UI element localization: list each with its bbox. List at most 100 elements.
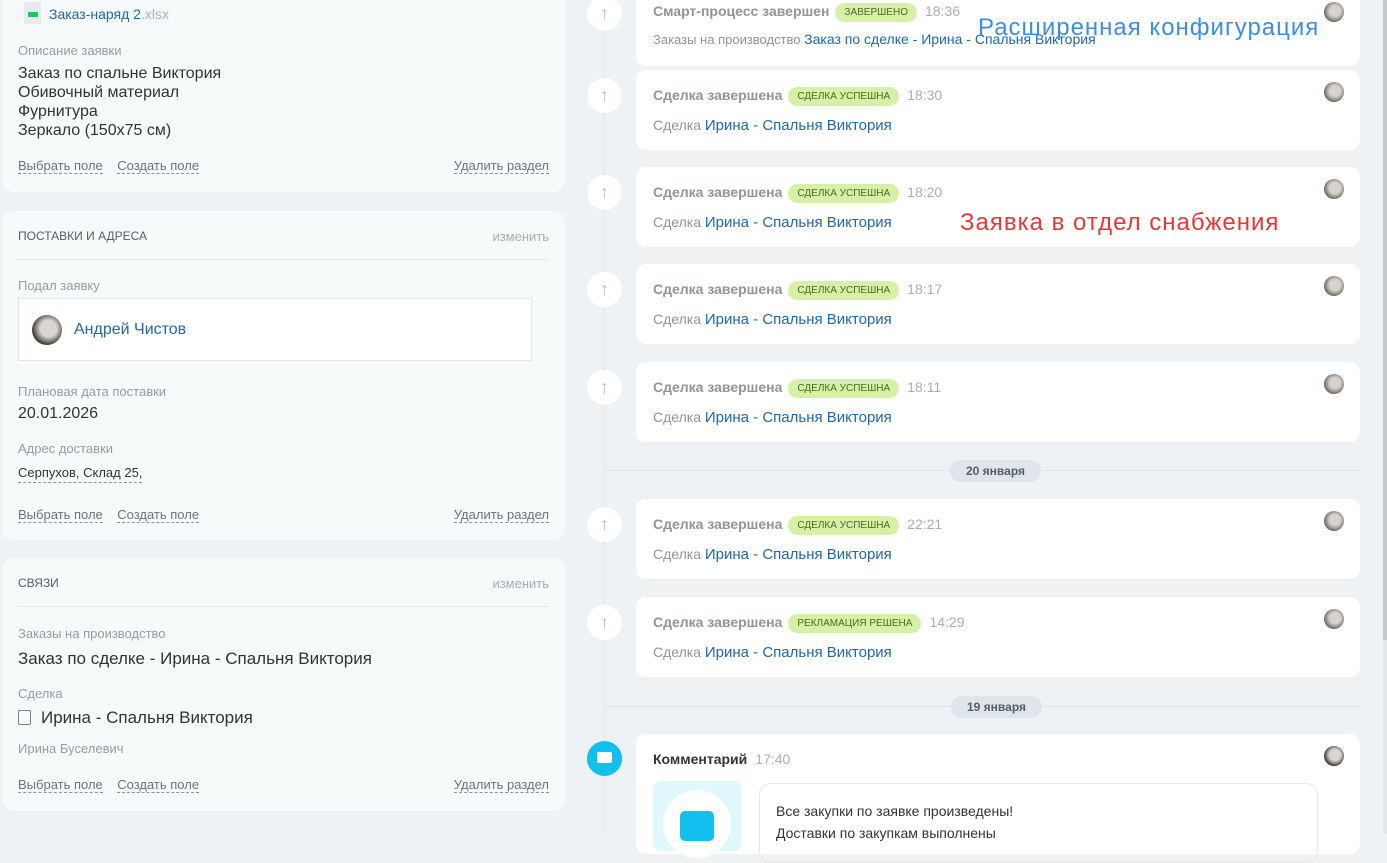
file-name: Заказ-наряд 2 bbox=[49, 6, 141, 22]
section-actions: Выбрать поле Создать поле Удалить раздел bbox=[18, 158, 549, 174]
create-field-link[interactable]: Создать поле bbox=[117, 777, 200, 793]
arrow-up-icon: ↑ bbox=[587, 370, 622, 405]
xlsx-file-icon bbox=[24, 2, 41, 24]
event-title: Сделка завершена bbox=[653, 184, 783, 200]
create-field-link[interactable]: Создать поле bbox=[117, 507, 200, 523]
submitted-user-name[interactable]: Андрей Чистов bbox=[74, 321, 186, 339]
submitted-label: Подал заявку bbox=[18, 278, 100, 293]
files-card: Заказ-наряд 2.xlsx Описание заявки Заказ… bbox=[2, 0, 565, 192]
timeline-event: Сделка завершена Рекламация решена 14:29 С… bbox=[636, 597, 1360, 677]
event-prefix: Сделка bbox=[653, 644, 701, 660]
delivery-date: 20.01.2026 bbox=[18, 405, 99, 422]
select-field-link[interactable]: Выбрать поле bbox=[18, 158, 103, 174]
event-badge: Сделка успешна bbox=[788, 516, 900, 535]
timeline-event: Сделка завершена Сделка успешна 18:30 Сдел… bbox=[636, 70, 1360, 150]
links-card: Связи изменить Заказы на производство Зак… bbox=[2, 558, 565, 811]
event-link[interactable]: Ирина - Спальня Виктория bbox=[705, 546, 892, 563]
event-link[interactable]: Ирина - Спальня Виктория bbox=[705, 409, 892, 426]
arrow-up-icon: ↑ bbox=[587, 272, 622, 307]
orders-label: Заказы на производство bbox=[18, 626, 166, 641]
date-separator: 20 января bbox=[950, 460, 1041, 482]
description-line: Зеркало (150x75 см) bbox=[18, 122, 172, 139]
avatar bbox=[1324, 82, 1344, 102]
event-time: 22:21 bbox=[907, 516, 943, 532]
event-badge: Сделка успешна bbox=[788, 184, 900, 203]
avatar bbox=[1324, 609, 1344, 629]
event-time: 18:30 bbox=[907, 87, 943, 103]
event-link[interactable]: Ирина - Спальня Виктория bbox=[705, 214, 892, 231]
delete-section-link[interactable]: Удалить раздел bbox=[453, 507, 549, 523]
event-badge: Рекламация решена bbox=[788, 614, 922, 633]
overlay-label-red: Заявка в отдел снабжения bbox=[960, 209, 1280, 236]
deal-link[interactable]: Ирина - Спальня Виктория bbox=[18, 708, 253, 728]
comment-thumbnail bbox=[653, 781, 741, 858]
comment-line: Все закупки по заявке произведены! bbox=[776, 803, 1014, 819]
avatar bbox=[1324, 2, 1344, 22]
date-label: Плановая дата поставки bbox=[18, 384, 167, 399]
event-time: 18:17 bbox=[907, 281, 943, 297]
event-prefix: Заказы на производство bbox=[653, 32, 801, 47]
event-title: Сделка завершена bbox=[653, 87, 783, 103]
comment-line: Доставки по закупкам выполнены bbox=[776, 825, 996, 841]
select-field-link[interactable]: Выбрать поле bbox=[18, 777, 103, 793]
deal-name: Ирина - Спальня Виктория bbox=[41, 708, 253, 727]
delivery-title: Поставки и адреса bbox=[18, 229, 148, 243]
timeline-event: Сделка завершена Сделка успешна 22:21 Сдел… bbox=[636, 499, 1360, 579]
create-field-link[interactable]: Создать поле bbox=[117, 158, 200, 174]
links-edit-link[interactable]: изменить bbox=[492, 576, 549, 591]
arrow-up-icon: ↑ bbox=[587, 507, 622, 542]
avatar bbox=[1324, 179, 1344, 199]
select-field-link[interactable]: Выбрать поле bbox=[18, 507, 103, 523]
section-actions: Выбрать поле Создать поле Удалить раздел bbox=[18, 777, 549, 793]
comment-body: Все закупки по заявке произведены! Доста… bbox=[759, 783, 1318, 863]
timeline-line bbox=[604, 0, 605, 834]
event-time: 18:20 bbox=[907, 184, 943, 200]
delivery-card: Поставки и адреса изменить Подал заявку А… bbox=[2, 211, 565, 540]
event-badge: Завершено bbox=[835, 3, 917, 22]
submitted-user[interactable]: Андрей Чистов bbox=[18, 298, 532, 361]
event-time: 18:11 bbox=[907, 379, 942, 395]
timeline-event: Сделка завершена Сделка успешна 18:11 Сдел… bbox=[636, 362, 1360, 442]
avatar bbox=[1324, 276, 1344, 296]
order-link[interactable]: Заказ по сделке - Ирина - Спальня Виктор… bbox=[18, 649, 372, 669]
event-prefix: Сделка bbox=[653, 214, 701, 230]
file-link[interactable]: Заказ-наряд 2.xlsx bbox=[24, 2, 169, 24]
arrow-up-icon: ↑ bbox=[587, 175, 622, 210]
avatar bbox=[1324, 746, 1344, 766]
avatar bbox=[1324, 511, 1344, 531]
links-header: Связи изменить bbox=[18, 576, 549, 607]
event-title: Сделка завершена bbox=[653, 614, 783, 630]
avatar bbox=[1324, 374, 1344, 394]
arrow-up-icon: ↑ bbox=[587, 78, 622, 113]
description-text: Заказ по спальне Виктория Обивочный мате… bbox=[18, 64, 221, 140]
comment-event: Комментарий 17:40 Все закупки по заявке п… bbox=[636, 734, 1360, 863]
event-prefix: Сделка bbox=[653, 311, 701, 327]
comment-time: 17:40 bbox=[755, 751, 791, 767]
scrollbar[interactable] bbox=[1383, 0, 1387, 834]
comment-title: Комментарий bbox=[653, 751, 748, 767]
event-time: 18:36 bbox=[924, 3, 961, 19]
date-separator: 19 января bbox=[951, 696, 1042, 718]
delete-section-link[interactable]: Удалить раздел bbox=[453, 158, 549, 174]
event-link[interactable]: Ирина - Спальня Виктория bbox=[705, 117, 892, 134]
event-prefix: Сделка bbox=[653, 546, 701, 562]
avatar bbox=[32, 315, 62, 345]
event-prefix: Сделка bbox=[653, 117, 701, 133]
delivery-address[interactable]: Серпухов, Склад 25, bbox=[18, 465, 143, 483]
event-title: Сделка завершена bbox=[653, 281, 783, 297]
comment-icon bbox=[587, 741, 622, 776]
timeline-event: Сделка завершена Сделка успешна 18:17 Сдел… bbox=[636, 264, 1360, 344]
links-title: Связи bbox=[18, 576, 59, 590]
contact-name: Ирина Буселевич bbox=[18, 741, 124, 756]
overlay-label-blue: Расширенная конфигурация bbox=[978, 14, 1320, 41]
arrow-up-icon: ↑ bbox=[587, 0, 622, 31]
event-prefix: Сделка bbox=[653, 409, 701, 425]
event-link[interactable]: Ирина - Спальня Виктория bbox=[705, 311, 892, 328]
delivery-edit-link[interactable]: изменить bbox=[492, 229, 549, 244]
event-title: Сделка завершена bbox=[653, 379, 783, 395]
event-link[interactable]: Ирина - Спальня Виктория bbox=[705, 644, 892, 661]
description-line: Обивочный материал bbox=[18, 84, 180, 101]
event-title: Смарт-процесс завершен bbox=[653, 3, 830, 19]
delete-section-link[interactable]: Удалить раздел bbox=[453, 777, 549, 793]
description-line: Фурнитура bbox=[18, 103, 98, 120]
